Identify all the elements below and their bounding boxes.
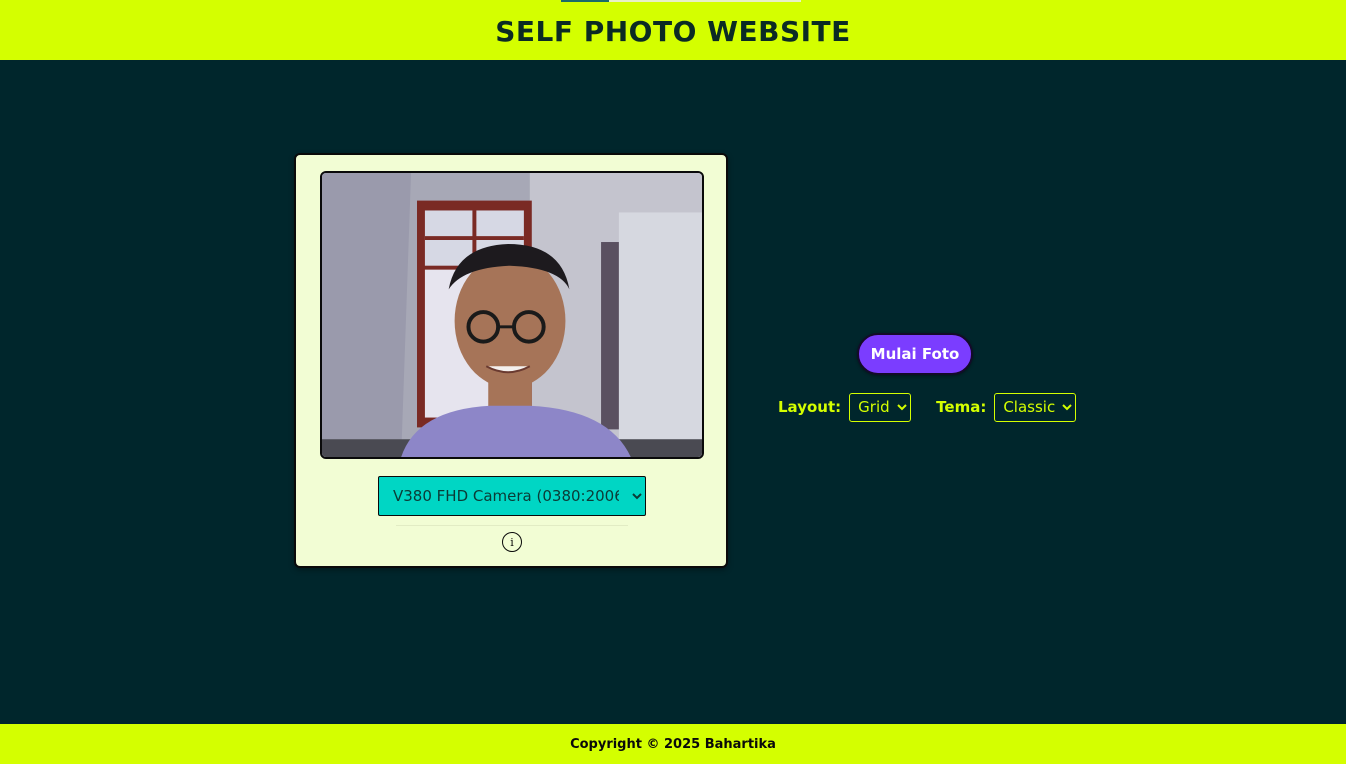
start-photo-button[interactable]: Mulai Foto (857, 333, 973, 375)
photo-settings: Layout: Grid Tema: Classic (778, 392, 1077, 422)
header-topline-accent (561, 0, 609, 2)
copyright-text: Copyright © 2025 Bahartika (570, 736, 776, 752)
card-separator (396, 525, 628, 526)
site-footer: Copyright © 2025 Bahartika (0, 724, 1346, 764)
webcam-feed (320, 171, 704, 459)
info-icon[interactable]: i (502, 532, 522, 552)
theme-select[interactable]: Classic (994, 392, 1077, 422)
camera-card: V380 FHD Camera (0380:2006) i (294, 153, 728, 568)
theme-label: Tema: (936, 398, 987, 416)
layout-label: Layout: (778, 398, 842, 416)
camera-device-select[interactable]: V380 FHD Camera (0380:2006) (378, 476, 646, 516)
site-header: SELF PHOTO WEBSITE (0, 0, 1346, 60)
layout-select[interactable]: Grid (849, 392, 912, 422)
info-glyph: i (510, 535, 514, 549)
page-title: SELF PHOTO WEBSITE (495, 14, 851, 48)
webcam-feed-image (322, 173, 702, 457)
